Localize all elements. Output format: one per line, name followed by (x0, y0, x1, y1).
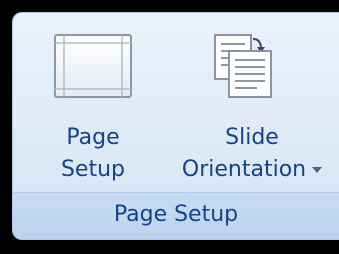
slide-orientation-label-line1: Slide (225, 125, 279, 150)
page-setup-label-line1: Page (66, 125, 120, 150)
page-setup-button[interactable]: Page Setup (33, 13, 153, 195)
dropdown-arrow-icon[interactable] (312, 167, 323, 173)
slide-orientation-label-text: Orientation (181, 157, 307, 182)
slide-orientation-button[interactable]: Slide Orientation (163, 13, 339, 195)
slide-orientation-label-line2: Orientation (163, 155, 339, 185)
page-frame-icon (51, 31, 135, 110)
ribbon-group-page-setup: Page Setup Slide Orientation Page Setup (12, 12, 339, 240)
page-setup-label-line2: Setup (60, 157, 126, 182)
group-title: Page Setup (13, 192, 339, 239)
screenshot-frame: Page Setup Slide Orientation Page Setup (0, 0, 339, 254)
slide-orientation-icon (203, 31, 283, 110)
